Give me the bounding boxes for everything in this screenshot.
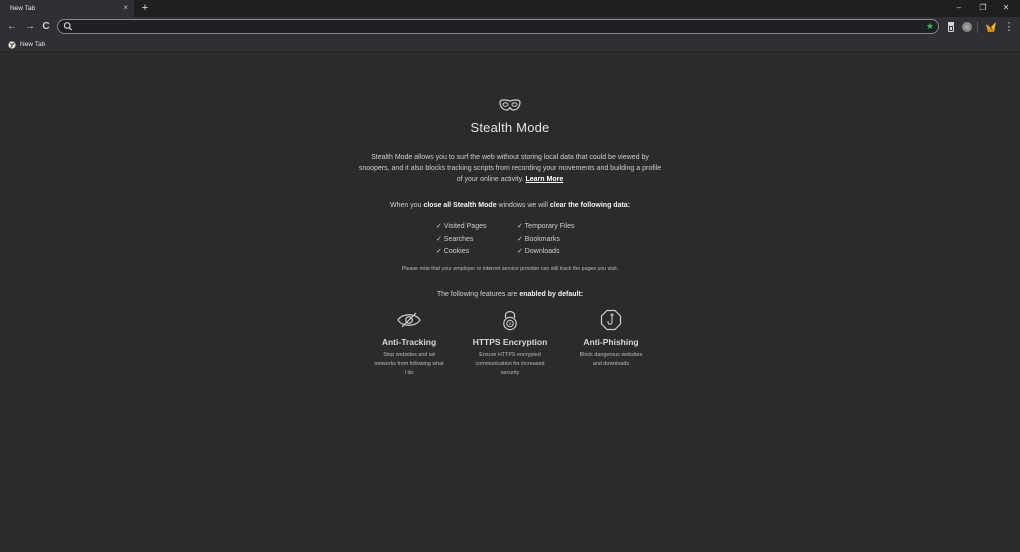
clear-bold-1: close all Stealth Mode: [423, 202, 497, 209]
toolbar: ← → C ★ ⋮: [0, 17, 1020, 37]
bookmark-star-icon[interactable]: ★: [926, 21, 934, 32]
learn-more-link[interactable]: Learn More: [526, 176, 564, 183]
stealth-mode-page: Stealth Mode Stealth Mode allows you to …: [0, 53, 1020, 552]
tracking-note: Please note that your employer or intern…: [401, 266, 619, 272]
reload-button[interactable]: C: [40, 20, 52, 34]
globe-icon: [8, 40, 16, 49]
description: Stealth Mode allows you to surf the web …: [355, 152, 665, 185]
extension-icon[interactable]: [945, 21, 957, 33]
clear-prefix: When you: [389, 202, 422, 209]
features-prefix: The following features are: [436, 291, 518, 298]
toolbar-divider: [977, 21, 978, 33]
page-title: Stealth Mode: [470, 120, 550, 135]
close-window-button[interactable]: ✕: [999, 2, 1013, 14]
address-input[interactable]: [76, 20, 916, 33]
bookmark-label: New Tab: [20, 41, 46, 48]
feature-anti-tracking: Anti-Tracking Stop websites and ad netwo…: [364, 309, 454, 378]
feature-desc: Block dangerous websites and downloads: [579, 352, 643, 367]
feature-title: Anti-Phishing: [583, 337, 639, 347]
lock-icon: [503, 311, 517, 331]
tab-strip: New Tab × + – ❐ ✕: [0, 0, 1020, 17]
minimize-button[interactable]: –: [952, 2, 966, 14]
hook-octagon-icon: [600, 309, 622, 331]
list-item: ✓ Downloads: [517, 248, 560, 256]
eye-slash-icon: [397, 312, 421, 328]
forward-button[interactable]: →: [24, 20, 36, 34]
features-heading: The following features are enabled by de…: [0, 291, 1020, 298]
feature-anti-phishing: Anti-Phishing Block dangerous websites a…: [566, 309, 656, 369]
tab-title: New Tab: [10, 5, 36, 12]
stealth-extension-icon[interactable]: [985, 21, 997, 33]
features-bold: enabled by default:: [519, 291, 584, 298]
list-item: ✓ Bookmarks: [517, 235, 560, 243]
feature-https-encryption: HTTPS Encryption Ensure HTTPS encrypted …: [465, 309, 555, 378]
feature-desc: Ensure HTTPS encrypted communication for…: [475, 352, 545, 376]
feature-title: Anti-Tracking: [381, 337, 437, 347]
feature-title: HTTPS Encryption: [472, 337, 548, 347]
tab-close-icon[interactable]: ×: [123, 3, 128, 13]
feature-desc: Stop websites and ad networks from follo…: [374, 352, 444, 376]
address-bar[interactable]: ★: [57, 19, 939, 34]
tab-new-tab[interactable]: New Tab ×: [0, 0, 134, 17]
search-icon: [63, 22, 73, 31]
restore-button[interactable]: ❐: [976, 2, 990, 14]
clear-bold-2: clear the following data:: [549, 202, 631, 209]
mask-icon: [499, 99, 521, 111]
bookmark-new-tab[interactable]: New Tab: [8, 39, 45, 50]
bookmarks-bar: New Tab: [0, 37, 1020, 52]
profile-avatar-icon[interactable]: [961, 21, 973, 33]
back-button[interactable]: ←: [6, 20, 18, 34]
clear-data-heading: When you close all Stealth Mode windows …: [0, 202, 1020, 209]
clear-mid: windows we will: [498, 202, 548, 209]
new-tab-button[interactable]: +: [139, 1, 151, 15]
cleared-list-right: ✓ Temporary Files ✓ Bookmarks ✓ Download…: [517, 221, 617, 259]
description-text: Stealth Mode allows you to surf the web …: [358, 154, 662, 183]
list-item: ✓ Temporary Files: [517, 223, 575, 230]
menu-kebab-icon[interactable]: ⋮: [1003, 20, 1015, 34]
